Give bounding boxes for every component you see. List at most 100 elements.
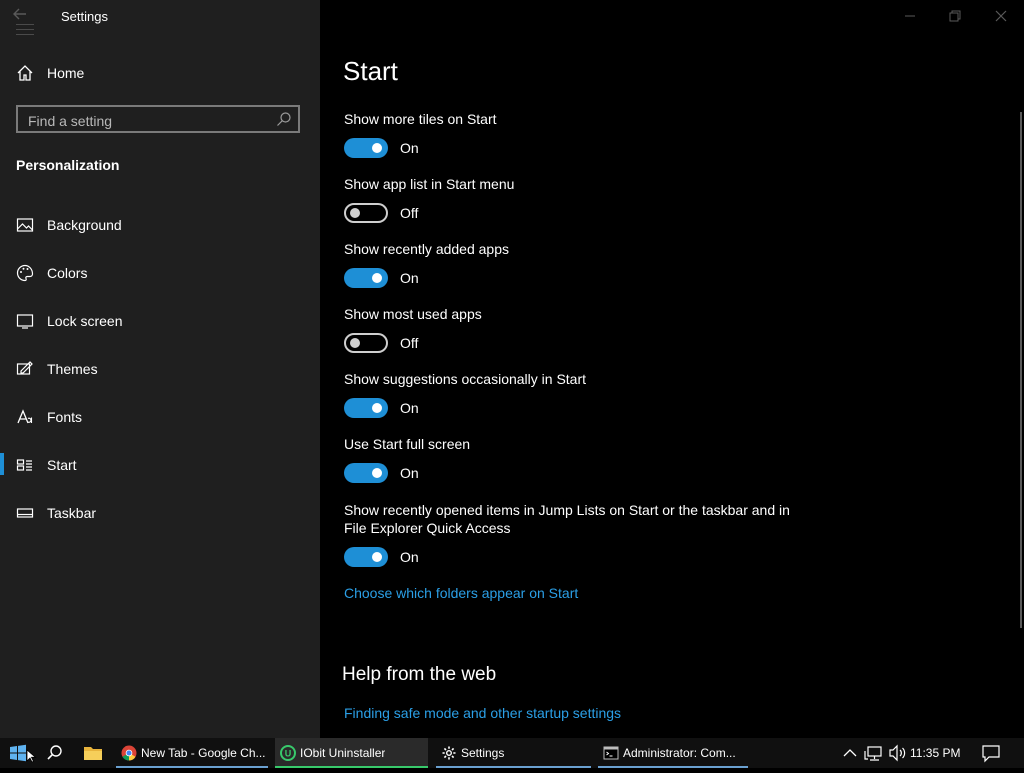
sidebar-item-label: Home (47, 65, 85, 81)
setting-label-most-used: Show most used apps (344, 306, 482, 322)
iobit-icon: U (280, 745, 296, 761)
picture-icon (16, 218, 34, 232)
sidebar-item-label: Fonts (47, 409, 83, 425)
sidebar-item-label: Taskbar (47, 505, 97, 521)
search-box[interactable] (16, 105, 300, 133)
sidebar-item-taskbar[interactable]: Taskbar (0, 495, 320, 531)
setting-label-jump-lists: Show recently opened items in Jump Lists… (344, 502, 790, 518)
toggle-knob (350, 208, 360, 218)
sidebar-item-colors[interactable]: Colors (0, 255, 320, 291)
taskbar-app-settings[interactable]: Settings (436, 738, 591, 768)
home-icon (17, 65, 33, 81)
taskbar-app-chrome[interactable]: New Tab - Google Ch... (116, 738, 268, 768)
search-input[interactable] (26, 111, 270, 131)
taskbar-app-label: IObit Uninstaller (300, 746, 386, 760)
app-title: Settings (61, 9, 108, 24)
sidebar-item-fonts[interactable]: Fonts (0, 399, 320, 435)
taskbar-app-label: Administrator: Com... (623, 746, 736, 760)
restore-icon (949, 10, 961, 22)
section-title: Personalization (16, 157, 120, 173)
sidebar-item-label: Themes (47, 361, 98, 377)
toggle-state-text: Off (400, 335, 419, 351)
toggle-state-text: Off (400, 205, 419, 221)
toggle-state-text: On (400, 549, 419, 565)
start-tiles-icon (16, 459, 32, 471)
choose-folders-link[interactable]: Choose which folders appear on Start (344, 585, 578, 601)
sidebar-item-label: Start (47, 457, 77, 473)
windows-logo-icon (10, 744, 37, 763)
start-button[interactable] (0, 738, 38, 768)
taskbar-app-command-prompt[interactable]: Administrator: Com... (598, 738, 748, 768)
command-prompt-icon (603, 746, 619, 760)
active-indicator (0, 453, 4, 475)
toggle-state-text: On (400, 140, 419, 156)
settings-sidebar: Settings Home Personalization Background… (0, 0, 320, 738)
toggle-state-text: On (400, 400, 419, 416)
show-hidden-icons-button[interactable] (840, 738, 860, 768)
folder-icon (84, 747, 102, 760)
setting-label-jump-lists-line2: File Explorer Quick Access (344, 520, 511, 536)
fonts-icon (17, 409, 33, 424)
taskbar-app-label: New Tab - Google Ch... (141, 746, 266, 760)
toggle-state-text: On (400, 270, 419, 286)
toggle-knob (372, 273, 382, 283)
clock[interactable]: 11:35 PM (910, 746, 960, 760)
toggle-knob (372, 403, 382, 413)
setting-label-recently-added: Show recently added apps (344, 241, 509, 257)
setting-label-suggestions: Show suggestions occasionally in Start (344, 371, 587, 387)
minimize-icon (905, 15, 915, 17)
toggle-app-list[interactable] (344, 203, 388, 223)
sidebar-item-label: Lock screen (47, 313, 123, 329)
toggle-jump-lists[interactable] (344, 547, 388, 567)
action-center-button[interactable] (978, 738, 1004, 768)
volume-button[interactable] (886, 738, 908, 768)
toggle-state-text: On (400, 465, 419, 481)
chrome-icon (121, 745, 137, 761)
chevron-up-icon (843, 749, 857, 757)
setting-label-full-screen: Use Start full screen (344, 436, 471, 452)
setting-label-more-tiles: Show more tiles on Start (344, 111, 497, 127)
close-button[interactable] (986, 6, 1016, 26)
network-icon (864, 746, 882, 761)
toggle-knob (372, 468, 382, 478)
toggle-recently-added[interactable] (344, 268, 388, 288)
sidebar-item-themes[interactable]: Themes (0, 351, 320, 387)
sidebar-item-label: Colors (47, 265, 88, 281)
hamburger-menu-icon[interactable] (16, 20, 34, 35)
safe-mode-help-link[interactable]: Finding safe mode and other startup sett… (344, 705, 621, 721)
toggle-knob (372, 143, 382, 153)
toggle-more-tiles[interactable] (344, 138, 388, 158)
close-icon (995, 10, 1007, 22)
scrollbar[interactable] (1020, 112, 1022, 628)
help-section-title: Help from the web (342, 664, 497, 685)
maximize-button[interactable] (940, 6, 970, 26)
toggle-most-used[interactable] (344, 333, 388, 353)
taskbar-app-label: Settings (461, 746, 505, 760)
sidebar-item-label: Background (47, 217, 122, 233)
setting-label-app-list: Show app list in Start menu (344, 176, 515, 192)
sidebar-item-start[interactable]: Start (0, 447, 320, 483)
toggle-knob (350, 338, 360, 348)
svg-text:U: U (285, 749, 292, 759)
sidebar-item-lock-screen[interactable]: Lock screen (0, 303, 320, 339)
palette-icon (16, 264, 34, 282)
taskbar-search-button[interactable] (40, 738, 70, 768)
page-title: Start (343, 56, 398, 86)
search-icon[interactable] (276, 111, 292, 127)
toggle-knob (372, 552, 382, 562)
gear-icon (442, 746, 456, 760)
sidebar-item-background[interactable]: Background (0, 207, 320, 243)
lock-screen-icon (16, 314, 34, 329)
file-explorer-button[interactable] (78, 738, 108, 768)
network-button[interactable] (862, 738, 886, 768)
toggle-suggestions[interactable] (344, 398, 388, 418)
minimize-button[interactable] (895, 6, 925, 26)
speaker-icon (889, 744, 906, 762)
taskbar-app-iobit[interactable]: U IObit Uninstaller (275, 738, 428, 768)
toggle-full-screen[interactable] (344, 463, 388, 483)
search-icon (47, 745, 62, 760)
taskbar: New Tab - Google Ch... U IObit Uninstall… (0, 738, 1024, 768)
settings-main-pane: Start Show more tiles on Start On Show a… (320, 0, 1024, 738)
notifications-icon (982, 745, 1000, 763)
sidebar-item-home[interactable]: Home (0, 58, 320, 88)
